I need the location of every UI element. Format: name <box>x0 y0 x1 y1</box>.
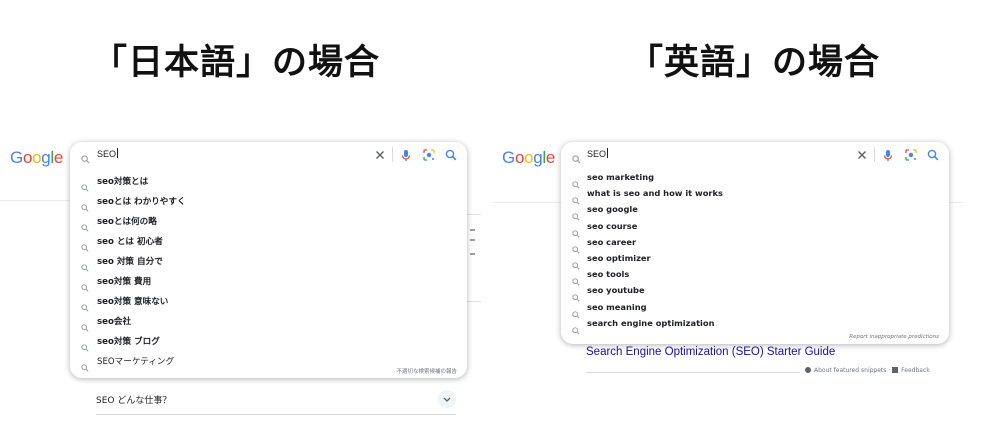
logo-letter: G <box>10 148 23 167</box>
english-search-panel: Google SEO seo marketing what is seo and… <box>493 130 983 442</box>
suggestion-item[interactable]: seo optimizer <box>561 252 949 270</box>
suggestion-item[interactable]: seoとは何の略 <box>70 212 467 232</box>
text-caret <box>607 148 609 158</box>
search-box-dropdown: SEO seo対策とは seoとは わかりやすく seoとは何の略 seo とは… <box>70 142 467 378</box>
suggestion-label: seo google <box>587 204 638 215</box>
suggestion-item[interactable]: seoとは わかりやすく <box>70 192 467 212</box>
logo-letter: G <box>502 148 515 167</box>
search-input[interactable]: SEO <box>587 148 609 159</box>
suggestion-item[interactable]: seo対策とは <box>70 172 467 192</box>
suggestion-item[interactable]: seo google <box>561 203 949 221</box>
feedback-icon <box>892 367 899 373</box>
suggestion-item[interactable]: search engine optimization <box>561 317 949 335</box>
suggestion-label: seo対策 ブログ <box>97 337 160 347</box>
suggestion-item[interactable]: seo対策 費用 <box>70 272 467 292</box>
suggestion-label: seo optimizer <box>587 252 651 263</box>
suggestion-label: seo youtube <box>587 285 645 296</box>
report-predictions-link[interactable]: 不適切な検索候補の報告 <box>396 367 457 375</box>
suggestion-label: search engine optimization <box>587 317 715 328</box>
result-link[interactable]: Search Engine Optimization (SEO) Starter… <box>586 346 835 358</box>
header-divider <box>0 200 70 201</box>
snippet-divider <box>586 372 800 373</box>
snippet-footer: About featured snippets · Feedback <box>805 367 930 374</box>
suggestion-item[interactable]: seo対策 意味ない <box>70 292 467 312</box>
search-submit-icon[interactable] <box>444 147 458 161</box>
suggestion-item[interactable]: seo対策 ブログ <box>70 332 467 352</box>
logo-letter: e <box>53 148 64 167</box>
suggestion-label: seo career <box>587 236 637 247</box>
logo-letter: o <box>22 148 33 167</box>
suggestion-label: seo対策 費用 <box>97 277 152 287</box>
suggestion-label: what is seo and how it works <box>587 188 723 199</box>
side-result-peek <box>466 214 481 302</box>
logo-letter: e <box>545 148 556 167</box>
microphone-icon[interactable] <box>881 147 895 161</box>
people-also-ask-item[interactable]: SEO どんな仕事？ <box>96 386 456 415</box>
search-icon <box>81 357 89 376</box>
suggestion-item[interactable]: seo course <box>561 220 949 238</box>
search-input[interactable]: SEO <box>97 148 119 159</box>
search-query-text: SEO <box>97 149 117 159</box>
suggestion-item[interactable]: seo とは 初心者 <box>70 232 467 252</box>
close-icon[interactable] <box>373 147 387 161</box>
search-icon <box>81 149 90 168</box>
featured-snippets-row: About featured snippets · Feedback <box>586 367 942 379</box>
search-submit-icon[interactable] <box>926 147 940 161</box>
google-logo[interactable]: Google <box>10 148 63 168</box>
lens-icon[interactable] <box>422 147 436 161</box>
search-icon <box>572 149 581 168</box>
suggestion-label: seoとは わかりやすく <box>97 197 186 207</box>
about-featured-snippets-link[interactable]: About featured snippets <box>814 367 886 374</box>
suggestion-label: seoとは何の略 <box>97 217 157 227</box>
suggestion-item[interactable]: seo meaning <box>561 301 949 319</box>
report-predictions-link[interactable]: Report inappropriate predictions <box>849 334 939 340</box>
suggestion-label: SEOマーケティング <box>97 357 175 367</box>
logo-letter: g <box>533 148 543 167</box>
suggestion-label: seo course <box>587 220 638 231</box>
feedback-link[interactable]: Feedback <box>901 367 930 374</box>
close-icon[interactable] <box>855 147 869 161</box>
heading-english: 「英語」の場合 <box>628 43 881 83</box>
suggestion-item[interactable]: seo会社 <box>70 312 467 332</box>
suggestion-label: seo marketing <box>587 172 655 182</box>
toolbar-divider <box>874 147 875 162</box>
suggestion-item[interactable]: seo career <box>561 236 949 254</box>
search-icon <box>572 320 580 339</box>
microphone-icon[interactable] <box>399 147 413 161</box>
chevron-down-icon[interactable] <box>438 390 456 408</box>
suggestion-item[interactable]: seo marketing <box>561 171 949 189</box>
suggestion-label: seo会社 <box>97 317 132 327</box>
suggestion-list: seo marketing what is seo and how it wor… <box>561 171 949 335</box>
suggestion-label: seo meaning <box>587 301 647 312</box>
help-icon <box>805 367 811 373</box>
logo-letter: o <box>32 148 42 167</box>
suggestion-item[interactable]: seo 対策 自分で <box>70 252 467 272</box>
search-row[interactable]: SEO <box>70 142 467 168</box>
toolbar-divider <box>392 147 393 162</box>
lens-icon[interactable] <box>904 147 918 161</box>
suggestion-list: seo対策とは seoとは わかりやすく seoとは何の略 seo とは 初心者… <box>70 172 467 372</box>
suggestion-item[interactable]: seo youtube <box>561 284 949 302</box>
people-also-ask-question: SEO どんな仕事？ <box>96 396 172 406</box>
search-box-dropdown: SEO seo marketing what is seo and how it… <box>561 142 949 344</box>
text-caret <box>117 148 119 158</box>
suggestion-item[interactable]: seo tools <box>561 268 949 286</box>
logo-letter: o <box>524 148 534 167</box>
suggestion-label: seo対策 意味ない <box>97 297 169 307</box>
suggestion-label: seo とは 初心者 <box>97 237 163 247</box>
logo-letter: g <box>41 148 51 167</box>
suggestion-item[interactable]: what is seo and how it works <box>561 187 949 205</box>
logo-letter: o <box>514 148 525 167</box>
google-logo[interactable]: Google <box>502 148 555 168</box>
search-query-text: SEO <box>587 149 607 159</box>
suggestion-label: seo対策とは <box>97 177 149 187</box>
japanese-search-panel: Google SEO seo対策とは seoとは わかりやすく seoとは何の略… <box>0 130 481 442</box>
suggestion-label: seo 対策 自分で <box>97 257 163 267</box>
suggestion-label: seo tools <box>587 269 630 280</box>
heading-japanese: 「日本語」の場合 <box>92 43 381 83</box>
search-row[interactable]: SEO <box>561 142 949 168</box>
